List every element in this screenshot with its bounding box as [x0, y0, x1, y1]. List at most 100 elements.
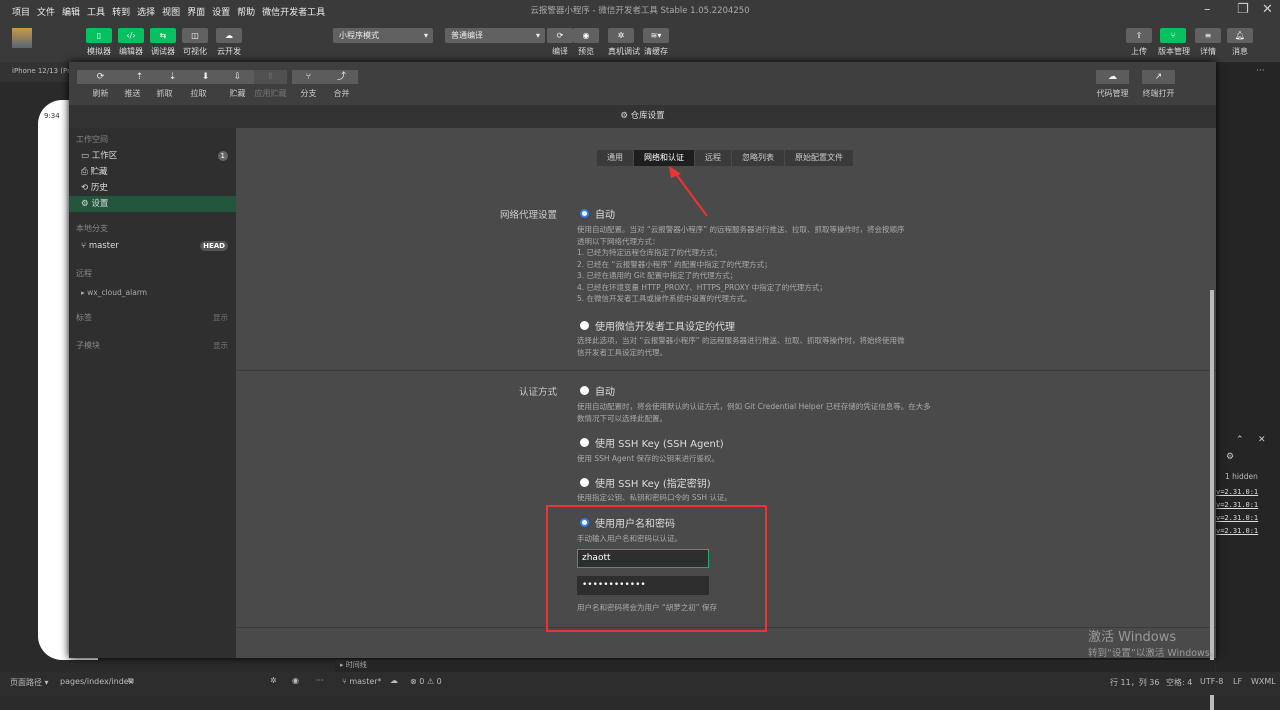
head-badge: HEAD	[200, 241, 228, 251]
windows-activation-watermark: 激活 Windows 转到“设置”以激活 Windows。	[1088, 626, 1219, 659]
tab-remote[interactable]: 远程	[695, 150, 732, 166]
merge-button[interactable]: ⤴	[325, 70, 358, 84]
error-count: 0	[419, 677, 425, 686]
upload-button[interactable]: ⇪	[1126, 28, 1152, 43]
compile-mode-select[interactable]: 普通编译 ▾	[445, 28, 545, 43]
details-button[interactable]: ≡	[1195, 28, 1221, 43]
main-toolbar: ▯ 模拟器 ‹/› 编辑器 ⇆ 调试器 ◫ 可视化 ☁ 云开发 小程序模式 ▾ 普通编译 …	[0, 22, 1280, 62]
sidebar-item-workspace[interactable]: ▭ 工作区 1	[69, 148, 236, 164]
page-path-select[interactable]: 页面路径 ▾	[10, 677, 49, 688]
visual-button[interactable]: ◫	[182, 28, 208, 43]
repo-settings-dialog: ⟳ 刷新 ⇡ 推送 ⇣ 抓取 ⬇ 拉取 ⇩ 贮藏 ⇧ 应用贮藏 ⑂ 分支 ⤴ 合并 ☁ 代码管理 …	[69, 62, 1216, 710]
device-select[interactable]: iPhone 12/13 (Pro)	[0, 62, 69, 82]
gear-icon: ⚙	[620, 111, 628, 121]
workspace-heading: 工作空间	[76, 135, 108, 144]
show-submodules-link[interactable]: 显示	[213, 340, 228, 351]
hidden-count[interactable]: 1 hidden	[1225, 472, 1258, 481]
apply-stash-button[interactable]: ⇧	[254, 70, 287, 84]
remote-item[interactable]: ▸ wx_cloud_alarm	[69, 285, 236, 301]
auth-ssh-agent-radio[interactable]: 使用 SSH Key (SSH Agent)	[580, 435, 724, 450]
desc-line: 透明以下网络代理方式：	[577, 236, 660, 246]
auth-ssh-key-radio[interactable]: 使用 SSH Key (指定密钥)	[580, 475, 711, 490]
proxy-auto-desc: 使用自动配置。当对 “云报警器小程序” 的远程服务器进行推送、拉取、抓取等操作时…	[577, 224, 977, 305]
tab-general[interactable]: 通用	[597, 150, 634, 166]
encoding[interactable]: UTF-8	[1200, 677, 1223, 686]
cursor-position[interactable]: 行 11，列 36	[1110, 677, 1159, 688]
menu-interface[interactable]: 界面	[187, 5, 205, 18]
sidebar-item-settings[interactable]: ⚙ 设置	[69, 196, 236, 212]
timeline-label: 时间线	[345, 661, 367, 669]
close-panel-icon[interactable]: ✕	[1258, 435, 1266, 445]
sidebar-item-history[interactable]: ⟲ 历史	[69, 180, 236, 196]
branch-item-master[interactable]: ⑂ master HEAD	[69, 238, 236, 254]
menu-project[interactable]: 项目	[12, 5, 30, 18]
desc-line: 2. 已经在 “云报警器小程序” 的配置中指定了的代理方式；	[577, 259, 772, 269]
sidebar-item-label: 设置	[91, 199, 109, 209]
debug-icon[interactable]: ✲	[270, 676, 277, 685]
menu-settings[interactable]: 设置	[212, 5, 230, 18]
menu-goto[interactable]: 转到	[112, 5, 130, 18]
proxy-tool-radio[interactable]: 使用微信开发者工具设定的代理	[580, 318, 735, 333]
sidebar-item-stash[interactable]: ⎙ 贮藏	[69, 164, 236, 180]
maximize-icon[interactable]: ❐	[1237, 2, 1249, 17]
remote-debug-button[interactable]: ✲	[608, 28, 634, 43]
desc-line: 5. 在微信开发者工具或操作系统中设置的代理方式。	[577, 294, 752, 303]
sync-icon[interactable]: ☁	[390, 676, 398, 685]
chevron-down-icon: ▾	[423, 31, 428, 40]
menu-bar: 项目 文件 编辑 工具 转到 选择 视图 界面 设置 帮助 微信开发者工具	[0, 0, 1280, 22]
problems-status[interactable]: ⊗ 0 ⚠ 0	[410, 677, 442, 686]
avatar[interactable]	[12, 28, 32, 48]
radio-unchecked-icon	[580, 386, 589, 395]
stash-button[interactable]: ⇩	[221, 70, 254, 84]
proxy-auto-radio[interactable]: 自动	[580, 206, 615, 221]
source-link[interactable]: v=2.31.0:1	[1216, 499, 1258, 512]
radio-label: 自动	[595, 387, 615, 398]
source-link[interactable]: v=2.31.0:1	[1216, 486, 1258, 499]
show-tags-link[interactable]: 显示	[213, 312, 228, 323]
minimize-icon[interactable]: –	[1204, 2, 1211, 17]
menu-select[interactable]: 选择	[137, 5, 155, 18]
chevron-up-icon[interactable]: ⌃	[1236, 435, 1244, 445]
simulator-button[interactable]: ▯	[86, 28, 112, 43]
close-icon[interactable]: ✕	[1262, 2, 1273, 17]
mode-select[interactable]: 小程序模式 ▾	[333, 28, 433, 43]
indentation[interactable]: 空格: 4	[1166, 677, 1192, 688]
timeline-panel[interactable]: ▸ 时间线	[335, 660, 1215, 672]
version-control-button[interactable]: ⑂	[1160, 28, 1186, 43]
menu-view[interactable]: 视图	[162, 5, 180, 18]
cloud-dev-button[interactable]: ☁	[216, 28, 242, 43]
auth-auto-radio[interactable]: 自动	[580, 383, 615, 398]
menu-wechat-devtools[interactable]: 微信开发者工具	[262, 5, 325, 18]
source-link[interactable]: v=2.31.0:1	[1216, 512, 1258, 525]
debugger-button[interactable]: ⇆	[150, 28, 176, 43]
menu-tools[interactable]: 工具	[87, 5, 105, 18]
preview-button[interactable]: ◉	[573, 28, 599, 43]
branch-name: master	[88, 241, 119, 251]
tab-ignore-list[interactable]: 忽略列表	[732, 150, 785, 166]
code-management-button[interactable]: ☁	[1096, 70, 1129, 84]
line-ending[interactable]: LF	[1233, 677, 1242, 686]
tab-network-auth[interactable]: 网络和认证	[634, 150, 695, 166]
branch-button[interactable]: ⑂	[292, 70, 325, 84]
open-terminal-button[interactable]: ↗	[1142, 70, 1175, 84]
branch-status[interactable]: ⑂ master*	[342, 677, 382, 686]
copy-icon[interactable]: ⧉	[128, 676, 134, 686]
history-icon: ⟲	[81, 183, 89, 193]
messages-button[interactable]: 🔔︎	[1227, 28, 1253, 43]
tab-raw-config[interactable]: 原始配置文件	[785, 150, 854, 166]
language-mode[interactable]: WXML	[1251, 677, 1276, 686]
more-icon[interactable]: ···	[316, 676, 324, 685]
gear-icon[interactable]: ⚙	[1226, 452, 1234, 462]
compile-button[interactable]: ⟳	[547, 28, 573, 43]
devtools-panel: ··· ⌃ ✕ ⚙ 1 hidden v=2.31.0:1 v=2.31.0:1 v…	[1216, 62, 1280, 672]
eye-icon[interactable]: ◉	[292, 676, 299, 685]
source-link[interactable]: v=2.31.0:1	[1216, 525, 1258, 538]
editor-button[interactable]: ‹/›	[118, 28, 144, 43]
menu-help[interactable]: 帮助	[237, 5, 255, 18]
more-icon[interactable]: ···	[1256, 66, 1265, 76]
phone-time: 9:34	[44, 112, 60, 120]
menu-file[interactable]: 文件	[37, 5, 55, 18]
sidebar-item-label: 历史	[90, 183, 108, 193]
menu-edit[interactable]: 编辑	[62, 5, 80, 18]
clear-cache-button[interactable]: ≋▾	[643, 28, 669, 43]
